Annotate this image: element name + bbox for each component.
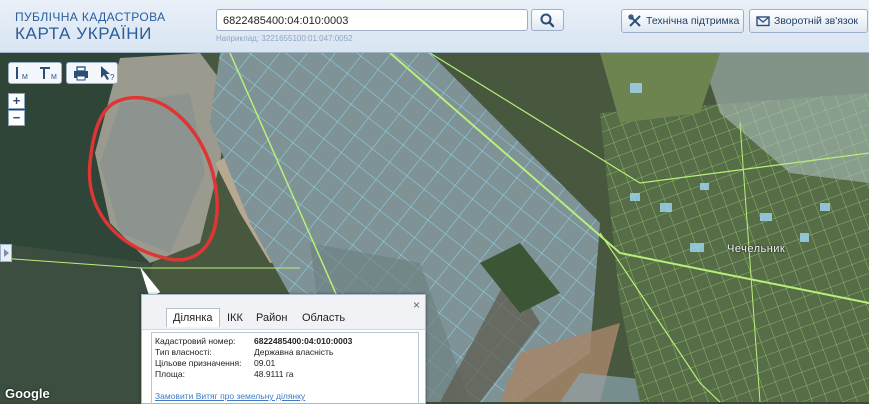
- svg-text:M: M: [22, 74, 28, 81]
- village-label: Чечельник: [727, 243, 786, 255]
- tech-support-button[interactable]: Технічна підтримка: [621, 9, 744, 33]
- cadastre-search-input[interactable]: 6822485400:04:010:0003: [216, 9, 528, 31]
- info-cursor-icon[interactable]: ?: [94, 63, 118, 83]
- tab-region[interactable]: Область: [302, 312, 345, 324]
- app-header: ПУБЛІЧНА КАДАСТРОВА КАРТА УКРАЇНИ 682248…: [0, 0, 869, 53]
- tab-ikk[interactable]: ІКК: [227, 312, 243, 324]
- map-imagery: [0, 53, 869, 402]
- printer-icon[interactable]: [69, 63, 93, 83]
- area-ruler-icon[interactable]: M: [36, 63, 62, 83]
- search-button[interactable]: [531, 9, 564, 31]
- order-extract-link[interactable]: Замовити Витяг про земельну ділянку: [155, 391, 305, 401]
- close-icon[interactable]: ×: [413, 298, 420, 312]
- detail-key: Цільове призначення:: [155, 358, 242, 368]
- google-attribution: Google: [5, 386, 50, 401]
- zoom-out-button[interactable]: −: [8, 110, 25, 126]
- satellite-map[interactable]: Чечельник: [0, 53, 869, 402]
- detail-value: Державна власність: [254, 347, 334, 357]
- parcel-details: Кадастровий номер: 6822485400:04:010:000…: [151, 332, 419, 404]
- svg-text:M: M: [51, 74, 57, 81]
- arrow-right-icon: [4, 249, 9, 257]
- tab-district[interactable]: Район: [256, 312, 287, 324]
- print-tools: ?: [66, 62, 118, 84]
- tech-support-label: Технічна підтримка: [646, 15, 740, 27]
- side-panel-toggle[interactable]: [0, 244, 12, 262]
- ruler-icon[interactable]: M: [10, 63, 36, 83]
- zoom-in-button[interactable]: +: [8, 93, 25, 109]
- search-icon: [540, 13, 555, 28]
- detail-key: Кадастровий номер:: [155, 336, 236, 346]
- tab-parcel[interactable]: Ділянка: [166, 308, 220, 327]
- search-hint: Наприклад: 3221655100:01:047:0052: [216, 34, 353, 43]
- detail-key: Площа:: [155, 369, 185, 379]
- logo-line-1: ПУБЛІЧНА КАДАСТРОВА: [15, 10, 166, 24]
- envelope-icon: [756, 16, 770, 27]
- popup-tabs: Ділянка ІКК Район Область ×: [142, 295, 425, 330]
- detail-key: Тип власності:: [155, 347, 212, 357]
- measure-tools: M M: [8, 62, 62, 84]
- feedback-label: Зворотній зв'язок: [774, 15, 859, 27]
- site-logo[interactable]: ПУБЛІЧНА КАДАСТРОВА КАРТА УКРАЇНИ: [15, 10, 166, 44]
- detail-value: 48.9111 га: [254, 369, 294, 379]
- detail-value: 09.01: [254, 358, 276, 368]
- parcel-info-popup: Ділянка ІКК Район Область × Кадастровий …: [141, 294, 426, 404]
- svg-text:?: ?: [110, 73, 115, 82]
- tools-icon: [628, 14, 641, 27]
- feedback-button[interactable]: Зворотній зв'язок: [749, 9, 868, 33]
- detail-value: 6822485400:04:010:0003: [254, 336, 353, 346]
- logo-line-2: КАРТА УКРАЇНИ: [15, 24, 152, 43]
